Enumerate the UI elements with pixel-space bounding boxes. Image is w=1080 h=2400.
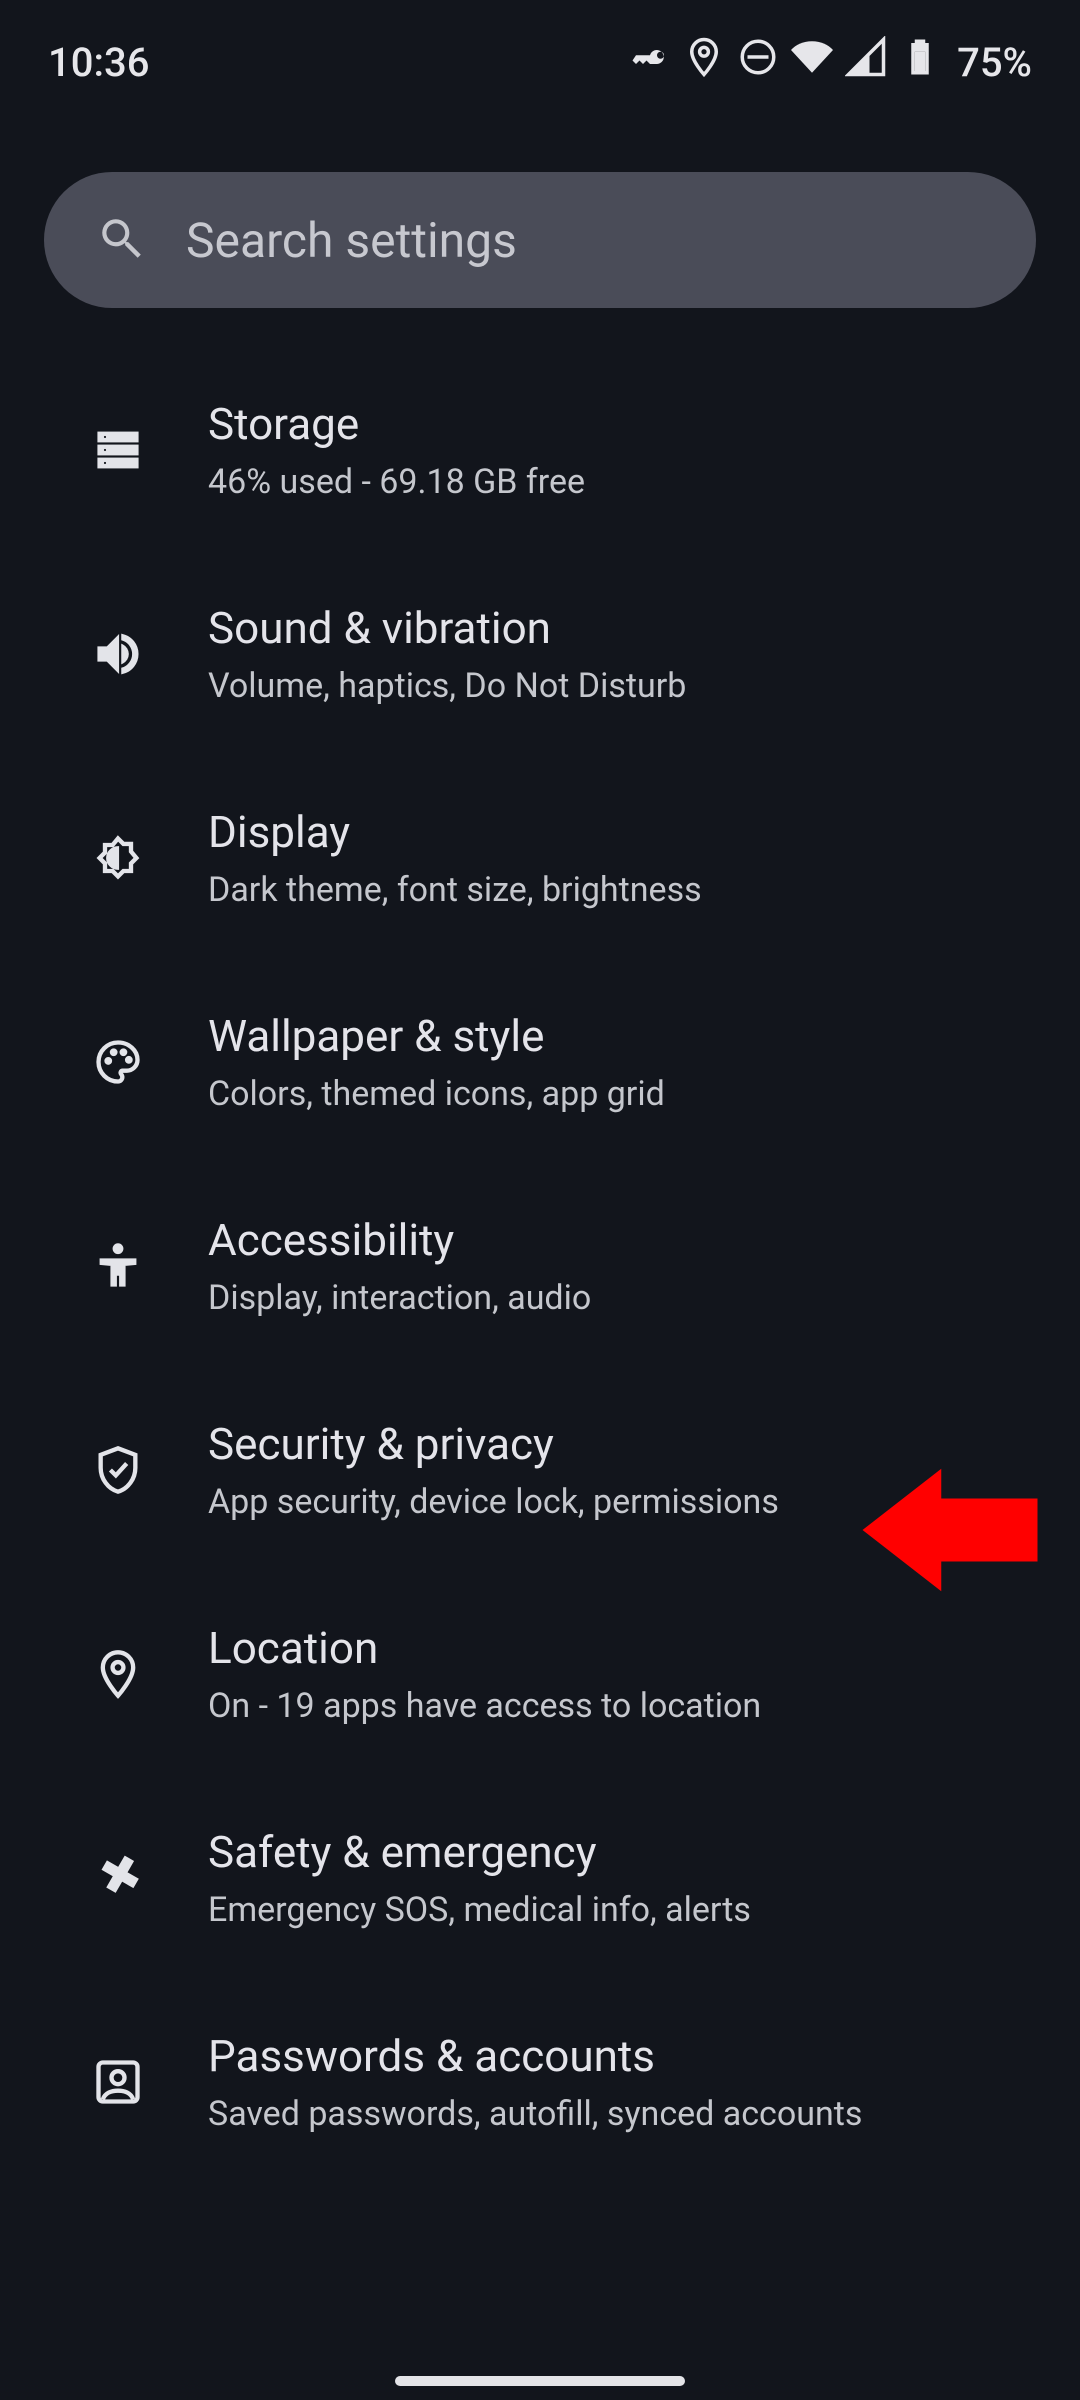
settings-item-security[interactable]: Security & privacy App security, device …: [0, 1368, 1080, 1572]
settings-item-sub: 46% used - 69.18 GB free: [208, 462, 585, 502]
volume-icon: [88, 628, 148, 680]
shield-check-icon: [88, 1444, 148, 1496]
status-right: 75%: [629, 36, 1032, 88]
search-icon: [96, 213, 146, 267]
settings-item-title: Location: [208, 1622, 761, 1674]
storage-icon: [88, 424, 148, 476]
search-settings-bar[interactable]: Search settings: [44, 172, 1036, 308]
settings-item-sub: Colors, themed icons, app grid: [208, 1074, 665, 1114]
dnd-icon: [737, 36, 779, 88]
settings-item-sub: Display, interaction, audio: [208, 1278, 591, 1318]
settings-item-display[interactable]: Display Dark theme, font size, brightnes…: [0, 756, 1080, 960]
gesture-nav-bar[interactable]: [395, 2376, 685, 2386]
battery-icon: [899, 36, 941, 88]
settings-item-title: Storage: [208, 398, 585, 450]
settings-item-accessibility[interactable]: Accessibility Display, interaction, audi…: [0, 1164, 1080, 1368]
account-box-icon: [88, 2056, 148, 2108]
settings-item-sub: Saved passwords, autofill, synced accoun…: [208, 2094, 862, 2134]
vpn-key-icon: [629, 36, 671, 88]
location-pin-icon: [88, 1648, 148, 1700]
settings-item-wallpaper[interactable]: Wallpaper & style Colors, themed icons, …: [0, 960, 1080, 1164]
palette-icon: [88, 1036, 148, 1088]
settings-item-sub: Emergency SOS, medical info, alerts: [208, 1890, 751, 1930]
status-time: 10:36: [48, 39, 149, 86]
settings-item-safety[interactable]: Safety & emergency Emergency SOS, medica…: [0, 1776, 1080, 1980]
settings-item-sub: Volume, haptics, Do Not Disturb: [208, 666, 686, 706]
settings-item-title: Safety & emergency: [208, 1826, 751, 1878]
settings-item-location[interactable]: Location On - 19 apps have access to loc…: [0, 1572, 1080, 1776]
settings-item-storage[interactable]: Storage 46% used - 69.18 GB free: [0, 348, 1080, 552]
settings-item-title: Wallpaper & style: [208, 1010, 665, 1062]
settings-list: Storage 46% used - 69.18 GB free Sound &…: [0, 348, 1080, 2184]
medical-cross-icon: [88, 1852, 148, 1904]
settings-item-title: Display: [208, 806, 702, 858]
status-bar: 10:36 75%: [0, 0, 1080, 100]
settings-item-passwords[interactable]: Passwords & accounts Saved passwords, au…: [0, 1980, 1080, 2184]
settings-item-title: Accessibility: [208, 1214, 591, 1266]
search-placeholder: Search settings: [186, 212, 517, 269]
cell-signal-icon: [845, 36, 887, 88]
location-pin-icon: [683, 36, 725, 88]
battery-percentage: 75%: [957, 39, 1032, 86]
settings-item-sound[interactable]: Sound & vibration Volume, haptics, Do No…: [0, 552, 1080, 756]
settings-item-sub: Dark theme, font size, brightness: [208, 870, 702, 910]
accessibility-icon: [88, 1240, 148, 1292]
settings-item-title: Passwords & accounts: [208, 2030, 862, 2082]
wifi-icon: [791, 36, 833, 88]
settings-item-title: Security & privacy: [208, 1418, 779, 1470]
settings-item-title: Sound & vibration: [208, 602, 686, 654]
settings-item-sub: On - 19 apps have access to location: [208, 1686, 761, 1726]
settings-item-sub: App security, device lock, permissions: [208, 1482, 779, 1522]
brightness-icon: [88, 832, 148, 884]
